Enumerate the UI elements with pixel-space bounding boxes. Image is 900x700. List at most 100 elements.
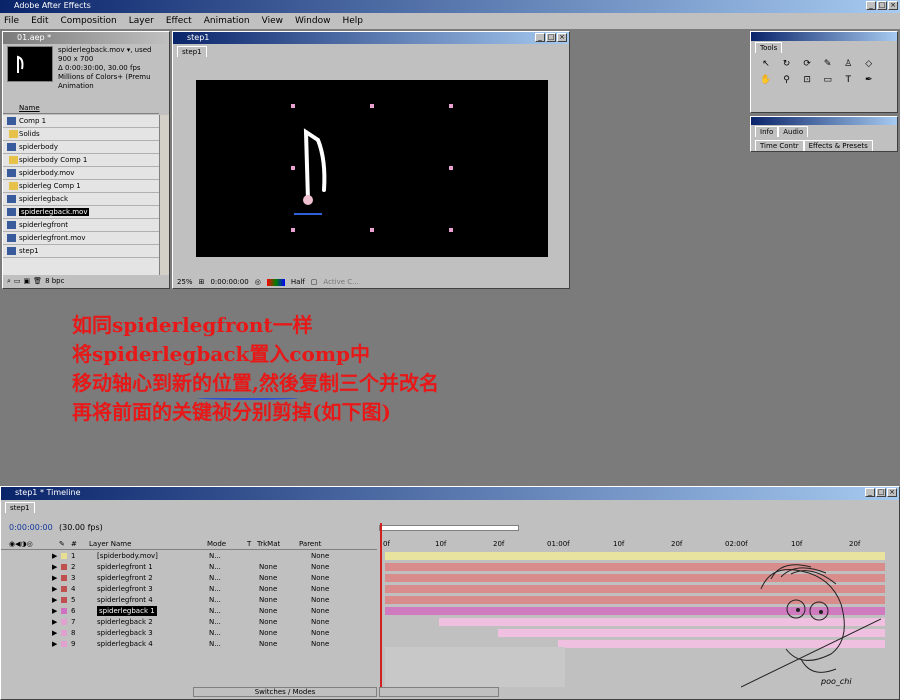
av-switches-icon: ◉◀◑◎	[9, 540, 33, 548]
pen-tool-icon[interactable]: ✒	[863, 74, 875, 86]
tab-time-controls[interactable]: Time Contr	[755, 140, 804, 151]
signature: poo_chi	[821, 677, 852, 686]
app-titlebar: Adobe After Effects _ □ ×	[0, 0, 900, 13]
menu-help[interactable]: Help	[342, 13, 363, 29]
minimize-button[interactable]: _	[866, 1, 876, 10]
ruler-labels: 0f 10f 20f 01:00f 10f 20f 02:00f 10f 20f	[383, 540, 861, 548]
close-button[interactable]: ×	[557, 33, 567, 42]
time-display[interactable]: 0:00:00:00	[210, 278, 248, 286]
label-color[interactable]	[61, 553, 67, 559]
menu-composition[interactable]: Composition	[61, 13, 117, 29]
maximize-button[interactable]: □	[877, 1, 887, 10]
tools-tab-bar: Tools	[755, 42, 783, 53]
comp-titlebar: step1 _ □ ×	[173, 32, 569, 44]
instruction-line: 移动轴心到新的位置,然後复制三个并改名	[72, 371, 439, 395]
find-icon[interactable]: ⌕	[7, 277, 11, 286]
camera-icon[interactable]: ◎	[255, 278, 261, 286]
folder-icon[interactable]: ▭	[14, 277, 21, 286]
pan-behind-tool-icon[interactable]: ⊡	[801, 74, 813, 86]
info-tab-bar: Info Audio	[755, 126, 809, 137]
instruction-line: 再将前面的关键祯分别剪掉(如下图)	[72, 400, 391, 424]
comp-title: step1	[187, 33, 210, 42]
region-icon[interactable]: ▢	[311, 278, 318, 286]
project-list: Comp 1 Solids spiderbody spiderbody Comp…	[3, 115, 159, 275]
time-ruler[interactable]: 0f 10f 20f 01:00f 10f 20f 02:00f 10f 20f	[379, 523, 889, 550]
cartoon-sketch	[741, 564, 881, 688]
project-thumbnail	[7, 46, 53, 82]
project-item[interactable]: step1	[3, 245, 159, 258]
timeline-titlebar: step1 * Timeline _ □ ×	[1, 487, 899, 500]
hand-tool-icon[interactable]: ✋	[760, 74, 772, 86]
switches-modes-button[interactable]: Switches / Modes	[193, 687, 377, 697]
project-item-info: spiderlegback.mov ▾, used 900 x 700 Δ 0:…	[58, 46, 152, 90]
menu-window[interactable]: Window	[295, 13, 331, 29]
timeline-title: step1 * Timeline	[15, 488, 81, 497]
menu-view[interactable]: View	[262, 13, 283, 29]
tools-grid: ↖ ↻ ⟳ ✎ ♙ ◇ ✋ ⚲ ⊡ ▭ T ✒	[757, 56, 881, 88]
stamp-tool-icon[interactable]: ♙	[842, 58, 854, 70]
project-item[interactable]: spiderleg Comp 1	[3, 180, 159, 193]
minimize-button[interactable]: _	[865, 488, 875, 497]
menu-file[interactable]: File	[4, 13, 19, 29]
project-item[interactable]: spiderbody	[3, 141, 159, 154]
selection-tool-icon[interactable]: ↖	[760, 58, 772, 70]
project-item[interactable]: spiderbody.mov	[3, 167, 159, 180]
maximize-button[interactable]: □	[876, 488, 886, 497]
comp-toolbar: 25% ⊞ 0:00:00:00 ◎ Half ▢ Active C...	[177, 278, 359, 286]
tab-effects-presets[interactable]: Effects & Presets	[803, 140, 873, 151]
close-button[interactable]: ×	[887, 488, 897, 497]
project-item[interactable]: Solids	[3, 128, 159, 141]
menu-layer[interactable]: Layer	[129, 13, 154, 29]
maximize-button[interactable]: □	[546, 33, 556, 42]
menu-effect[interactable]: Effect	[166, 13, 192, 29]
project-item[interactable]: spiderlegback	[3, 193, 159, 206]
color-channel-icon[interactable]	[266, 278, 285, 286]
timeline-fps: (30.00 fps)	[59, 523, 103, 532]
close-button[interactable]: ×	[888, 1, 898, 10]
comp-canvas	[291, 104, 453, 232]
project-item[interactable]: spiderlegfront.mov	[3, 232, 159, 245]
camera-select[interactable]: Active C...	[323, 278, 358, 286]
zoom-select[interactable]: 25%	[177, 278, 193, 286]
rotate-tool-icon[interactable]: ↻	[781, 58, 793, 70]
orbit-tool-icon[interactable]: ⟳	[801, 58, 813, 70]
tab-step1[interactable]: step1	[5, 502, 35, 513]
text-tool-icon[interactable]: T	[842, 74, 854, 86]
project-item[interactable]: spiderlegfront	[3, 219, 159, 232]
grid-icon[interactable]: ⊞	[199, 278, 205, 286]
minimize-button[interactable]: _	[535, 33, 545, 42]
comp-panel: step1 _ □ × step1 25% ⊞ 0:00:00:00 ◎ Half …	[172, 31, 570, 289]
comp-tab-bar: step1	[177, 46, 207, 57]
project-titlebar: 01.aep *	[3, 32, 169, 44]
trash-icon[interactable]: 🗑	[33, 277, 42, 286]
project-scrollbar[interactable]	[159, 115, 169, 275]
tools-titlebar	[751, 32, 897, 41]
work-area-bar[interactable]	[379, 525, 519, 531]
tab-info[interactable]: Info	[755, 126, 779, 137]
bpc-button[interactable]: 8 bpc	[45, 277, 64, 286]
resolution-select[interactable]: Half	[291, 278, 305, 286]
project-item[interactable]: spiderlegback.mov	[3, 206, 159, 219]
tab-step1[interactable]: step1	[177, 46, 207, 57]
project-item[interactable]: Comp 1	[3, 115, 159, 128]
app-window-controls: _ □ ×	[866, 1, 898, 10]
comp-icon[interactable]: ▣	[24, 277, 31, 286]
menu-edit[interactable]: Edit	[31, 13, 48, 29]
menu-animation[interactable]: Animation	[204, 13, 250, 29]
timeline-time[interactable]: 0:00:00:00	[9, 523, 53, 532]
project-toolbar: ⌕ ▭ ▣ 🗑 8 bpc	[7, 277, 64, 286]
zoom-tool-icon[interactable]: ⚲	[781, 74, 793, 86]
expand-triangle-icon[interactable]: ▶	[52, 551, 57, 561]
timeline-panel: step1 * Timeline _ □ × step1 0:00:00:00 (3…	[0, 486, 900, 700]
app-title: Adobe After Effects	[14, 1, 91, 10]
eraser-tool-icon[interactable]: ◇	[863, 58, 875, 70]
brush-tool-icon[interactable]: ✎	[822, 58, 834, 70]
project-item[interactable]: spiderbody Comp 1	[3, 154, 159, 167]
tab-audio[interactable]: Audio	[778, 126, 809, 137]
rect-tool-icon[interactable]: ▭	[822, 74, 834, 86]
tab-tools[interactable]: Tools	[755, 42, 783, 53]
timeline-empty-area	[385, 647, 565, 687]
comp-viewer[interactable]	[196, 80, 548, 257]
project-column-header[interactable]: Name	[3, 102, 159, 114]
timeline-zoom-slider[interactable]	[379, 687, 499, 697]
